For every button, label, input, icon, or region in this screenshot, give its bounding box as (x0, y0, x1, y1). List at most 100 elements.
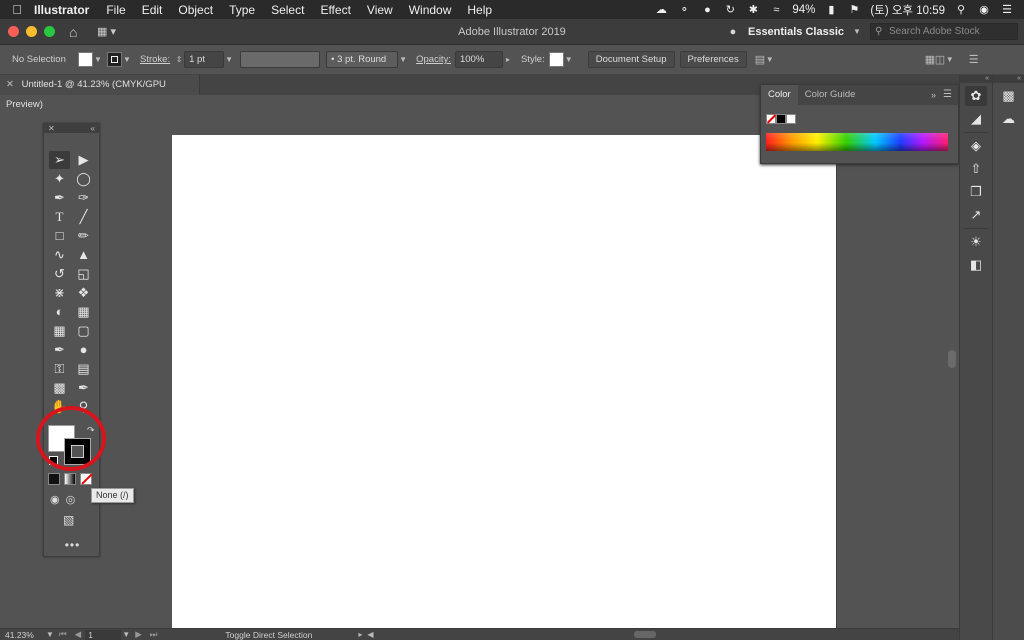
curvature-tool-icon[interactable]: ✑ (73, 189, 94, 207)
menu-edit[interactable]: Edit (134, 3, 171, 17)
scale-tool-icon[interactable]: ◱ (73, 265, 94, 283)
color-guide-panel-icon[interactable]: ◢ (965, 109, 987, 129)
time-machine-icon[interactable]: ↻ (723, 4, 737, 16)
arrange-dropdown-icon[interactable]: ▼ (765, 55, 775, 64)
column-graph-tool-icon[interactable]: ▤ (73, 360, 94, 378)
panel-toggle-icon[interactable]: ▦ (925, 53, 935, 66)
workspace-switcher[interactable]: Essentials Classic (748, 26, 844, 38)
battery-percent[interactable]: 94% (792, 4, 815, 16)
vertical-scrollbar[interactable] (945, 95, 959, 628)
stroke-label[interactable]: Stroke: (140, 54, 170, 65)
collapse-panel-icon[interactable]: « (91, 124, 95, 133)
blend-tool-icon[interactable]: ● (73, 341, 94, 359)
collapse-icon[interactable]: » (931, 85, 936, 105)
control-bar-menu-icon[interactable]: ☰ (969, 53, 979, 66)
appearance-panel-icon[interactable]: ☀ (965, 232, 987, 252)
none-mode-icon[interactable] (80, 473, 93, 485)
style-dropdown-icon[interactable]: ▼ (564, 55, 574, 64)
notification-center-icon[interactable]: ☰ (1000, 4, 1014, 16)
gradient-tool-icon[interactable]: ▢ (73, 322, 94, 340)
stroke-weight-field[interactable]: 1 pt (184, 51, 225, 68)
apple-icon[interactable]:  (0, 2, 34, 17)
menu-file[interactable]: File (98, 3, 133, 17)
brush-definition[interactable]: • 3 pt. Round (326, 51, 399, 68)
minimize-window-button[interactable] (26, 26, 37, 37)
menu-select[interactable]: Select (263, 3, 312, 17)
screen-mode-icon[interactable]: ▧ (63, 513, 74, 527)
preferences-button[interactable]: Preferences (679, 51, 747, 68)
bluetooth-icon[interactable]: ✱ (746, 4, 760, 16)
magic-wand-tool-icon[interactable]: ✦ (49, 170, 70, 188)
gradient-mode-icon[interactable] (64, 473, 76, 485)
asset-export-icon[interactable]: ⇧ (965, 159, 987, 179)
prev-artboard-icon[interactable]: ◀ (71, 629, 86, 640)
mesh-tool-icon[interactable]: ▦ (49, 322, 70, 340)
dropbox-icon[interactable]: ⚬ (677, 4, 691, 16)
draw-behind-icon[interactable]: ◎ (66, 493, 76, 506)
notification-icon[interactable]: ● (700, 4, 714, 16)
zoom-dropdown-icon[interactable]: ▼ (45, 630, 55, 639)
align-dropdown-icon[interactable]: ▼ (945, 55, 955, 64)
artboards-panel-icon[interactable]: ❐ (965, 182, 987, 202)
next-artboard-icon[interactable]: ▶ (131, 629, 146, 640)
arrange-documents-icon[interactable]: ▦ ▾ (97, 25, 116, 38)
opacity-arrow-icon[interactable]: ▸ (503, 55, 513, 64)
menu-window[interactable]: Window (401, 3, 460, 17)
edit-toolbar-icon[interactable]: ••• (44, 538, 101, 552)
horizontal-scroll-thumb[interactable] (634, 631, 656, 638)
menu-view[interactable]: View (359, 3, 401, 17)
tab-color-guide[interactable]: Color Guide (798, 85, 863, 105)
selection-tool-icon[interactable]: ➢ (49, 151, 70, 169)
last-artboard-icon[interactable]: ⏭ (146, 629, 162, 640)
rotate-tool-icon[interactable]: ↺ (49, 265, 70, 283)
puppet-warp-tool-icon[interactable]: ❖ (73, 284, 94, 302)
wifi-icon[interactable]: ≈ (769, 4, 783, 16)
color-panel-icon[interactable]: ✿ (965, 86, 987, 106)
menu-object[interactable]: Object (170, 3, 221, 17)
spotlight-icon[interactable]: ⚲ (954, 4, 968, 16)
lasso-tool-icon[interactable]: ◯ (73, 170, 94, 188)
stroke-stepper-icon[interactable]: ⇕ (174, 55, 184, 64)
adobe-stock-search[interactable]: ⚲ Search Adobe Stock (870, 23, 1018, 40)
slice-tool-icon[interactable]: ✒ (73, 379, 94, 397)
shaper-tool-icon[interactable]: ∿ (49, 246, 70, 264)
none-swatch[interactable] (766, 114, 777, 124)
zoom-field[interactable]: 41.23% (0, 630, 45, 640)
home-icon[interactable]: ⌂ (69, 25, 85, 39)
layers-panel-icon[interactable]: ◈ (965, 136, 987, 156)
menu-app-name[interactable]: Illustrator (34, 3, 98, 17)
artboard-number-field[interactable]: 1 (85, 629, 122, 640)
clock[interactable]: (토) 오후 10:59 (870, 2, 945, 18)
shape-builder-tool-icon[interactable]: ◐ (49, 303, 70, 321)
stroke-swatch[interactable] (107, 52, 122, 67)
symbol-sprayer-tool-icon[interactable]: ⚿ (49, 360, 70, 378)
dock2-collapse[interactable]: « (993, 75, 1024, 83)
tab-color[interactable]: Color (761, 85, 798, 105)
transform-panel-icon[interactable]: ◧ (965, 255, 987, 275)
direct-selection-tool-icon[interactable]: ▶ (73, 151, 94, 169)
menu-effect[interactable]: Effect (312, 3, 358, 17)
zoom-window-button[interactable] (44, 26, 55, 37)
perspective-grid-tool-icon[interactable]: ▦ (73, 303, 94, 321)
artboard[interactable] (172, 135, 836, 628)
brush-dropdown-icon[interactable]: ▼ (398, 55, 408, 64)
artboard-dropdown-icon[interactable]: ▼ (121, 630, 131, 639)
draw-normal-icon[interactable]: ◉ (50, 493, 60, 506)
type-tool-icon[interactable]: T (49, 208, 70, 226)
status-menu-icon[interactable]: ▸ (355, 630, 365, 639)
arrange-icon[interactable]: ▤ (755, 53, 765, 66)
menu-type[interactable]: Type (221, 3, 263, 17)
width-tool-icon[interactable]: ⋇ (49, 284, 70, 302)
chevron-down-icon[interactable]: ▼ (852, 27, 862, 36)
close-tab-icon[interactable]: ✕ (6, 79, 14, 90)
stroke-weight-dropdown-icon[interactable]: ▼ (224, 55, 234, 64)
artboard-tool-icon[interactable]: ▩ (49, 379, 70, 397)
variable-width-profile[interactable] (240, 51, 321, 68)
eraser-tool-icon[interactable]: ▲ (73, 246, 94, 264)
document-setup-button[interactable]: Document Setup (587, 51, 675, 68)
stroke-dropdown-icon[interactable]: ▼ (122, 55, 132, 64)
first-artboard-icon[interactable]: ⏮ (55, 629, 71, 640)
input-flag-icon[interactable]: ⚑ (847, 4, 861, 16)
paintbrush-tool-icon[interactable]: ✏ (73, 227, 94, 245)
opacity-label[interactable]: Opacity: (416, 54, 451, 65)
